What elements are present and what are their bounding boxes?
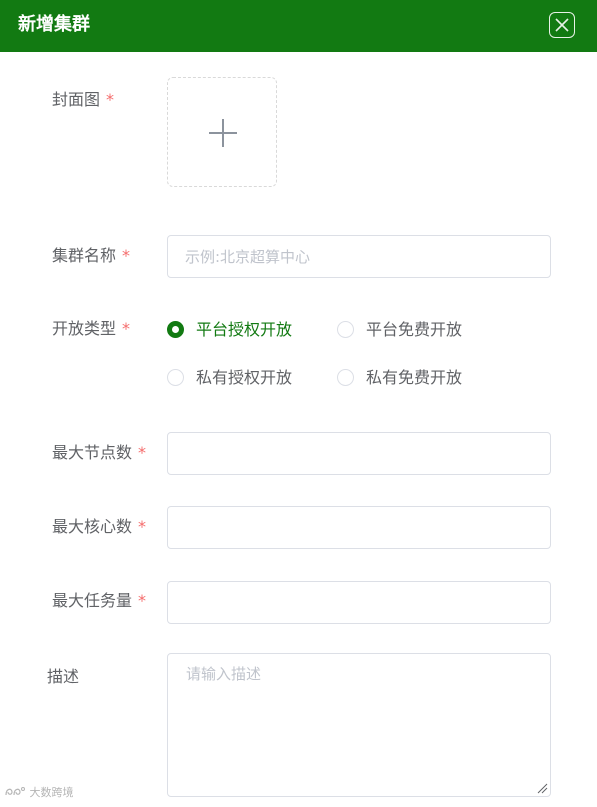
description-textarea[interactable] bbox=[167, 653, 551, 797]
max-tasks-input[interactable] bbox=[167, 581, 551, 624]
max-cores-label-text: 最大核心数 bbox=[52, 517, 133, 536]
radio-label: 私有免费开放 bbox=[366, 368, 463, 387]
close-icon bbox=[555, 18, 569, 32]
watermark-logo-icon bbox=[5, 787, 25, 796]
close-button[interactable] bbox=[549, 12, 575, 38]
required-mark: * bbox=[138, 591, 147, 610]
max-cores-input[interactable] bbox=[167, 506, 551, 549]
open-type-label-text: 开放类型 bbox=[52, 319, 117, 338]
max-tasks-label: 最大任务量 * bbox=[52, 590, 146, 612]
radio-dot bbox=[167, 321, 184, 338]
radio-label: 平台免费开放 bbox=[366, 320, 463, 339]
radio-dot bbox=[337, 369, 354, 386]
watermark-text: 大数跨境 bbox=[29, 786, 74, 799]
radio-dot bbox=[167, 369, 184, 386]
dialog-header: 新增集群 bbox=[0, 0, 597, 52]
watermark: 大数跨境 bbox=[4, 785, 74, 801]
required-mark: * bbox=[138, 517, 147, 536]
description-label: 描述 bbox=[47, 666, 79, 688]
radio-label: 平台授权开放 bbox=[196, 320, 293, 339]
cover-label: 封面图 * bbox=[52, 89, 114, 111]
radio-dot bbox=[337, 321, 354, 338]
radio-label: 私有授权开放 bbox=[196, 368, 293, 387]
max-nodes-label: 最大节点数 * bbox=[52, 442, 146, 464]
max-cores-label: 最大核心数 * bbox=[52, 516, 146, 538]
description-label-text: 描述 bbox=[47, 667, 80, 686]
cover-label-text: 封面图 bbox=[52, 90, 101, 109]
cluster-name-label: 集群名称 * bbox=[52, 245, 130, 267]
max-nodes-input[interactable] bbox=[167, 432, 551, 475]
cluster-name-input[interactable] bbox=[167, 235, 551, 278]
required-mark: * bbox=[106, 90, 115, 109]
required-mark: * bbox=[138, 443, 147, 462]
open-type-label: 开放类型 * bbox=[52, 318, 130, 340]
max-nodes-label-text: 最大节点数 bbox=[52, 443, 133, 462]
resize-handle-icon[interactable] bbox=[536, 782, 548, 794]
required-mark: * bbox=[122, 319, 131, 338]
dialog-title: 新增集群 bbox=[18, 14, 90, 35]
max-tasks-label-text: 最大任务量 bbox=[52, 591, 133, 610]
cover-upload[interactable] bbox=[167, 77, 277, 187]
cluster-name-label-text: 集群名称 bbox=[52, 246, 117, 265]
required-mark: * bbox=[122, 246, 131, 265]
